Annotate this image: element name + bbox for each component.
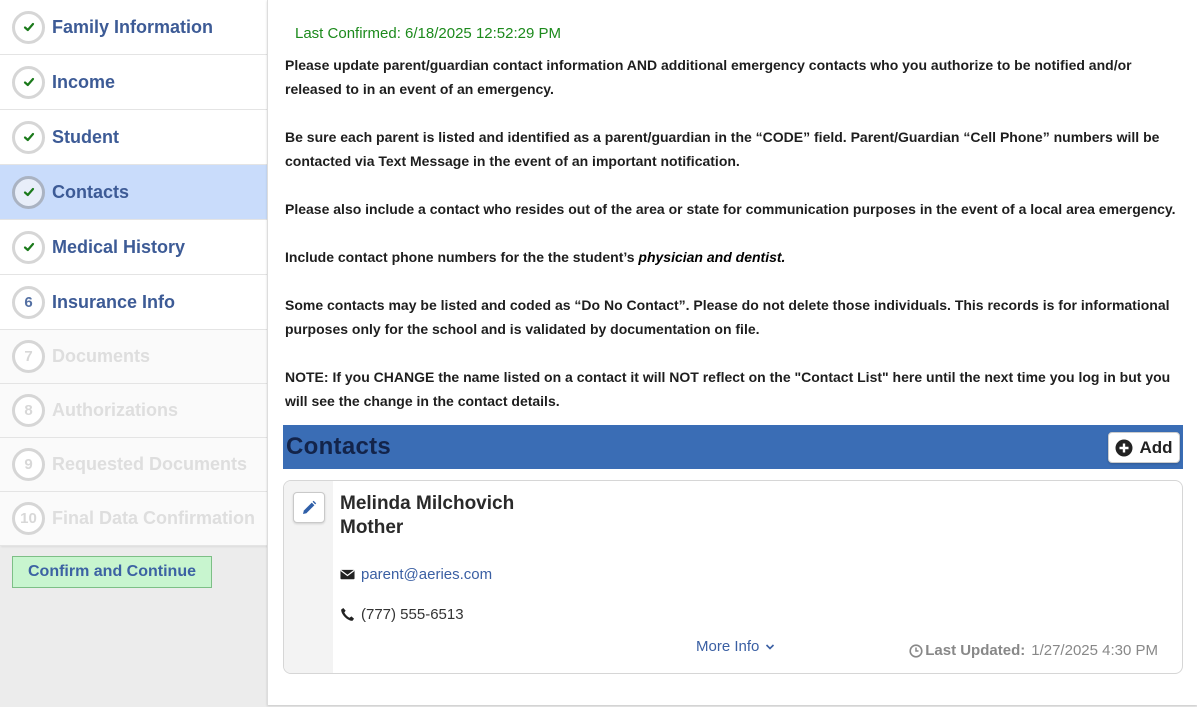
step-number-badge: 9 (12, 448, 45, 481)
step-number: 9 (24, 456, 33, 473)
contact-email-row: parent@aeries.com (340, 566, 492, 583)
last-updated-label: Last Updated: (925, 642, 1026, 659)
edit-contact-button[interactable] (293, 492, 325, 523)
step-number-badge: 6 (12, 285, 45, 319)
phone-icon (341, 607, 355, 621)
contact-card: Melinda Milchovich Mother parent@aeries.… (283, 480, 1183, 674)
more-info-label: More Info (696, 638, 760, 655)
add-label: Add (1139, 437, 1173, 457)
step-student[interactable]: Student (0, 110, 267, 165)
envelope-icon (340, 569, 355, 580)
contact-email-link[interactable]: parent@aeries.com (361, 566, 492, 583)
step-requested-documents: 9 Requested Documents (0, 438, 267, 492)
instruction-paragraph: Please update parent/guardian contact in… (285, 57, 1132, 97)
pencil-icon (303, 500, 317, 514)
step-insurance-info[interactable]: 6 Insurance Info (0, 275, 267, 330)
confirm-and-continue-button[interactable]: Confirm and Continue (12, 556, 212, 588)
step-label: Student (52, 126, 119, 147)
steps-list: Family Information Income Student Contac… (0, 0, 268, 546)
more-info-toggle[interactable]: More Info (696, 638, 775, 655)
step-label: Contacts (52, 181, 130, 202)
last-updated-value: 1/27/2025 4:30 PM (1031, 642, 1158, 659)
instruction-paragraph: Some contacts may be listed and coded as… (285, 297, 1170, 337)
last-confirmed-text: Last Confirmed: 6/18/2025 12:52:29 PM (295, 25, 562, 42)
contact-phone-row: (777) 555-6513 (340, 606, 464, 623)
step-label: Requested Documents (52, 454, 248, 474)
step-documents: 7 Documents (0, 330, 267, 384)
add-contact-button[interactable]: Add (1108, 432, 1180, 463)
step-number: 7 (24, 348, 33, 365)
step-final-data-confirmation: 10 Final Data Confirmation (0, 492, 267, 546)
check-icon (12, 120, 45, 154)
chevron-down-icon (766, 643, 775, 650)
step-family-information[interactable]: Family Information (0, 0, 267, 55)
contact-name: Melinda Milchovich (340, 493, 515, 514)
sidebar: Family Information Income Student Contac… (0, 0, 268, 546)
instruction-paragraph: NOTE: If you CHANGE the name listed on a… (285, 369, 1171, 409)
contact-phone: (777) 555-6513 (361, 606, 464, 623)
plus-circle-icon (1115, 439, 1133, 456)
step-number-badge: 10 (12, 502, 45, 535)
instruction-paragraph: Be sure each parent is listed and identi… (285, 129, 1160, 169)
contact-relationship: Mother (340, 517, 404, 538)
step-number-badge: 7 (12, 340, 45, 373)
step-authorizations: 8 Authorizations (0, 384, 267, 438)
step-contacts[interactable]: Contacts (0, 165, 267, 220)
step-label: Documents (52, 346, 151, 366)
clock-icon (909, 643, 923, 658)
check-icon (12, 65, 45, 99)
instruction-paragraph: Include contact phone numbers for the th… (285, 245, 1180, 269)
step-number: 6 (24, 293, 33, 311)
step-medical-history[interactable]: Medical History (0, 220, 267, 275)
step-label: Final Data Confirmation (52, 508, 256, 528)
step-number: 8 (24, 402, 33, 419)
step-label: Insurance Info (52, 291, 176, 312)
main-panel: Last Confirmed: 6/18/2025 12:52:29 PM Pl… (267, 0, 1197, 705)
instruction-text: Include contact phone numbers for the th… (285, 249, 639, 265)
instruction-emphasis: physician and dentist. (638, 249, 786, 265)
step-number-badge: 8 (12, 394, 45, 427)
instruction-paragraph: Please also include a contact who reside… (285, 201, 1176, 217)
step-label: Family Information (52, 16, 214, 37)
last-updated-text: Last Updated: 1/27/2025 4:30 PM (909, 642, 1158, 659)
check-icon (12, 175, 45, 209)
contacts-title: Contacts (286, 433, 392, 460)
contact-card-sidebar (284, 481, 333, 673)
step-label: Income (52, 71, 116, 92)
step-label: Authorizations (52, 400, 178, 420)
contacts-section-header: Contacts Add (283, 425, 1183, 469)
step-label: Medical History (52, 236, 186, 257)
check-icon (12, 230, 45, 264)
step-income[interactable]: Income (0, 55, 267, 110)
step-number: 10 (20, 510, 37, 527)
check-icon (12, 10, 45, 44)
